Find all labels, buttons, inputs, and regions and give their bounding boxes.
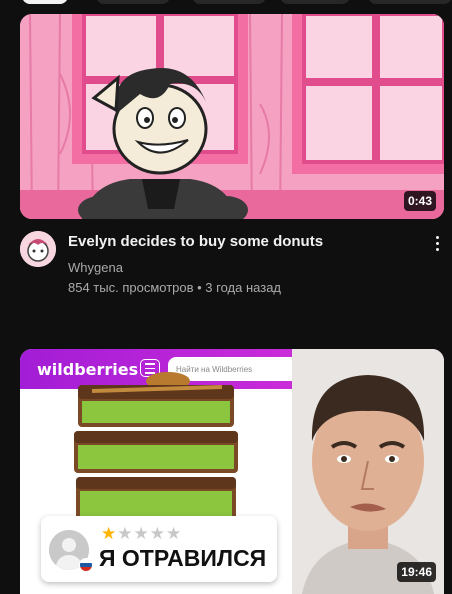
more-actions-icon[interactable]	[430, 233, 444, 255]
channel-avatar[interactable]	[20, 231, 56, 267]
russia-flag-icon	[79, 558, 93, 572]
video-meta: Evelyn decides to buy some donuts Whygen…	[20, 231, 444, 301]
channel-name[interactable]: Whygena	[68, 260, 123, 275]
chip[interactable]	[192, 0, 266, 4]
duration-badge: 0:43	[403, 191, 436, 211]
star-filled-icon: ★	[101, 524, 118, 543]
star-empty-icon: ★	[133, 524, 150, 543]
avatar-image	[20, 231, 56, 267]
rating-stars: ★★★★★	[101, 524, 182, 544]
star-empty-icon: ★	[117, 524, 134, 543]
face-illustration	[292, 349, 444, 594]
filter-chips-bar	[0, 0, 452, 6]
chip-all[interactable]	[22, 0, 68, 4]
review-text: Я ОТРАВИЛСЯ	[99, 545, 267, 571]
cartoon-thumbnail-image	[20, 14, 444, 219]
video-thumbnail[interactable]: 0:43	[20, 14, 444, 219]
video-thumbnail[interactable]: wildberries Найти на Wildberries ★★★★★ Я…	[20, 349, 444, 594]
chip[interactable]	[280, 0, 350, 4]
chip[interactable]	[96, 0, 170, 4]
chip[interactable]	[368, 0, 452, 4]
review-card-graphic: ★★★★★ Я ОТРАВИЛСЯ	[41, 516, 277, 582]
duration-badge: 19:46	[397, 562, 436, 582]
chocolate-bars-image	[74, 372, 238, 521]
star-empty-icon: ★	[166, 524, 183, 543]
video-stats: 854 тыс. просмотров • 3 года назад	[68, 280, 282, 295]
video-title[interactable]: Evelyn decides to buy some donuts	[68, 233, 323, 250]
person-photo	[292, 349, 444, 594]
star-empty-icon: ★	[149, 524, 166, 543]
